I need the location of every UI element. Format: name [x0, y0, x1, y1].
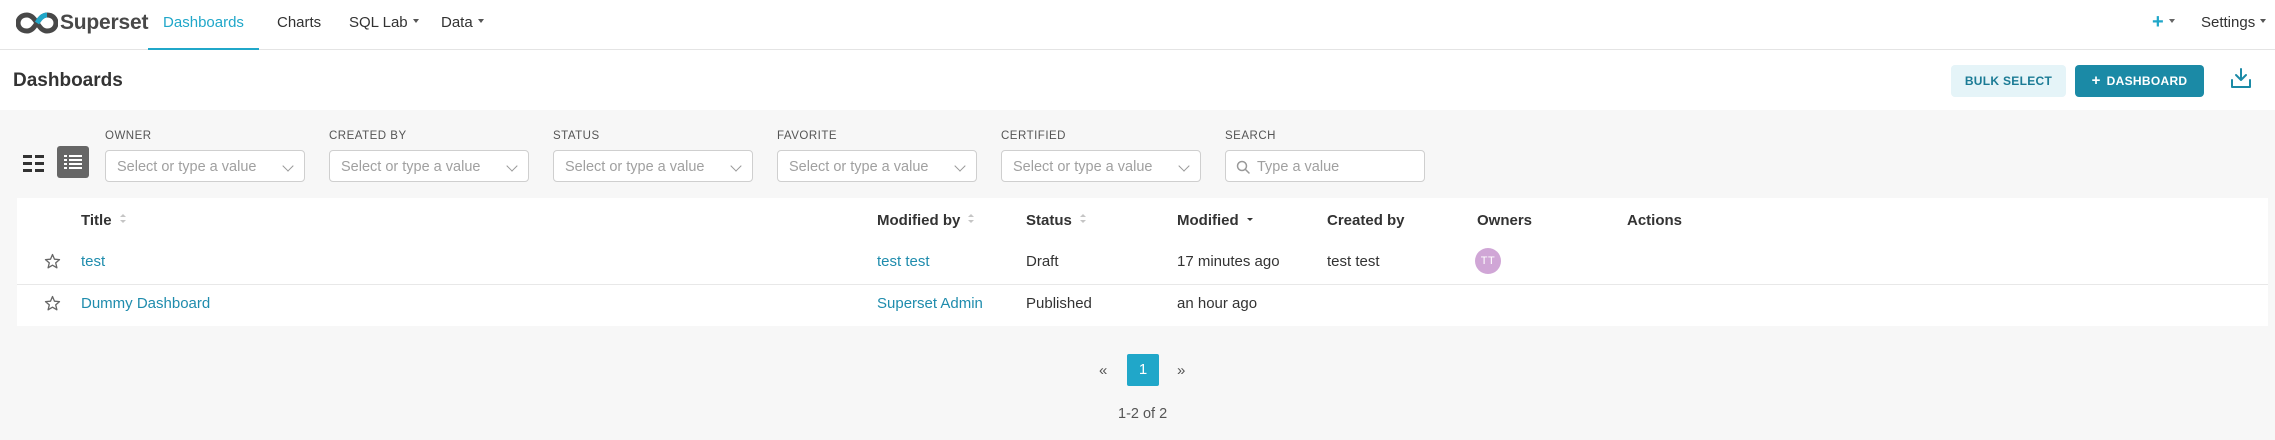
- filter-favorite-placeholder: Select or type a value: [789, 159, 929, 175]
- chevron-down-icon: [506, 160, 518, 172]
- download-icon[interactable]: [2230, 67, 2252, 89]
- new-item-menu[interactable]: +: [2152, 12, 2175, 32]
- status-text: Published: [1026, 295, 1092, 312]
- pagination-next-button[interactable]: »: [1177, 362, 1185, 379]
- chevron-down-icon: [1178, 160, 1190, 172]
- status-text: Draft: [1026, 253, 1059, 270]
- filter-certified-select[interactable]: Select or type a value: [1001, 150, 1201, 182]
- plus-icon: +: [2091, 72, 2101, 89]
- filter-status-label: STATUS: [553, 130, 600, 142]
- filter-created-by-select[interactable]: Select or type a value: [329, 150, 529, 182]
- list-view-icon: [64, 155, 82, 169]
- dashboard-title-link[interactable]: test: [81, 253, 105, 270]
- chevron-down-icon: [954, 160, 966, 172]
- filter-favorite-select[interactable]: Select or type a value: [777, 150, 977, 182]
- chevron-down-icon: [2260, 19, 2267, 24]
- brand-name: Superset: [60, 11, 149, 34]
- column-header-modified[interactable]: Modified: [1177, 212, 1254, 229]
- nav-data[interactable]: Data: [441, 0, 484, 50]
- column-header-owners: Owners: [1477, 212, 1532, 229]
- filter-owner-placeholder: Select or type a value: [117, 159, 257, 175]
- settings-label: Settings: [2201, 14, 2256, 31]
- star-icon[interactable]: [44, 295, 61, 312]
- avatar[interactable]: TT: [1475, 248, 1501, 274]
- chevron-down-icon: [412, 19, 419, 24]
- column-header-created-by: Created by: [1327, 212, 1405, 229]
- column-modified-label: Modified: [1177, 212, 1239, 229]
- filter-owner-select[interactable]: Select or type a value: [105, 150, 305, 182]
- modified-time: 17 minutes ago: [1177, 253, 1280, 270]
- pagination-prev-button[interactable]: «: [1099, 362, 1107, 379]
- chevron-down-icon: [477, 19, 484, 24]
- modified-time: an hour ago: [1177, 295, 1258, 312]
- column-header-status[interactable]: Status: [1026, 212, 1087, 229]
- nav-charts[interactable]: Charts: [277, 0, 321, 50]
- column-status-label: Status: [1026, 212, 1072, 229]
- add-dashboard-label: DASHBOARD: [2106, 74, 2188, 88]
- pagination-page-1[interactable]: 1: [1127, 354, 1159, 386]
- card-view-icon[interactable]: [23, 154, 45, 174]
- superset-logo-icon: [16, 12, 58, 34]
- column-header-modified-by[interactable]: Modified by: [877, 212, 975, 229]
- nav-sql-lab-label: SQL Lab: [349, 14, 408, 31]
- filter-status-select[interactable]: Select or type a value: [553, 150, 753, 182]
- column-title-label: Title: [81, 212, 112, 229]
- bulk-select-button[interactable]: BULK SELECT: [1951, 65, 2066, 97]
- star-icon[interactable]: [44, 253, 61, 270]
- add-dashboard-button[interactable]: + DASHBOARD: [2075, 65, 2204, 97]
- filter-status-placeholder: Select or type a value: [565, 159, 705, 175]
- nav-dashboards[interactable]: Dashboards: [148, 0, 259, 50]
- column-header-title[interactable]: Title: [81, 212, 127, 229]
- brand-logo[interactable]: Superset: [16, 9, 148, 37]
- search-icon: [1236, 160, 1250, 174]
- chevron-down-icon: [730, 160, 742, 172]
- modified-by-link[interactable]: test test: [877, 253, 930, 270]
- modified-by-link[interactable]: Superset Admin: [877, 295, 983, 312]
- list-view-toggle[interactable]: [57, 146, 89, 178]
- column-actions-label: Actions: [1627, 212, 1683, 229]
- chevron-down-icon: [2168, 18, 2175, 23]
- search-label: SEARCH: [1225, 130, 1276, 142]
- page-title: Dashboards: [13, 70, 123, 91]
- column-created-by-label: Created by: [1327, 212, 1405, 229]
- sort-desc-icon: [1246, 214, 1254, 224]
- dashboard-title-link[interactable]: Dummy Dashboard: [81, 295, 210, 312]
- page-header: Dashboards BULK SELECT + DASHBOARD: [0, 50, 2275, 110]
- sort-icon: [119, 214, 127, 224]
- sort-icon: [968, 214, 975, 224]
- row-divider: [17, 284, 2268, 285]
- filter-certified-label: CERTIFIED: [1001, 130, 1066, 142]
- filter-favorite-label: FAVORITE: [777, 130, 838, 142]
- nav-charts-label: Charts: [277, 14, 322, 31]
- filter-created-by-label: CREATED BY: [329, 130, 407, 142]
- filter-created-by-placeholder: Select or type a value: [341, 159, 481, 175]
- column-header-actions: Actions: [1627, 212, 1682, 229]
- column-owners-label: Owners: [1477, 212, 1533, 229]
- created-by-text: test test: [1327, 253, 1380, 270]
- column-modified-by-label: Modified by: [877, 212, 961, 229]
- plus-icon: +: [2152, 11, 2164, 33]
- filter-owner-label: OWNER: [105, 130, 152, 142]
- pagination-summary: 1-2 of 2: [1118, 406, 1168, 422]
- dashboards-table: Title Modified by Status Modified Create…: [17, 198, 2268, 326]
- sort-icon: [1079, 214, 1087, 224]
- settings-menu[interactable]: Settings: [2201, 0, 2267, 50]
- nav-data-label: Data: [441, 14, 473, 31]
- filter-certified-placeholder: Select or type a value: [1013, 159, 1153, 175]
- top-navbar: Superset Dashboards Charts SQL Lab Data …: [0, 0, 2275, 50]
- nav-dashboards-label: Dashboards: [163, 14, 244, 31]
- chevron-down-icon: [282, 160, 294, 172]
- search-placeholder: Type a value: [1257, 159, 1340, 175]
- nav-sql-lab[interactable]: SQL Lab: [349, 0, 419, 50]
- search-input[interactable]: Type a value: [1225, 150, 1425, 182]
